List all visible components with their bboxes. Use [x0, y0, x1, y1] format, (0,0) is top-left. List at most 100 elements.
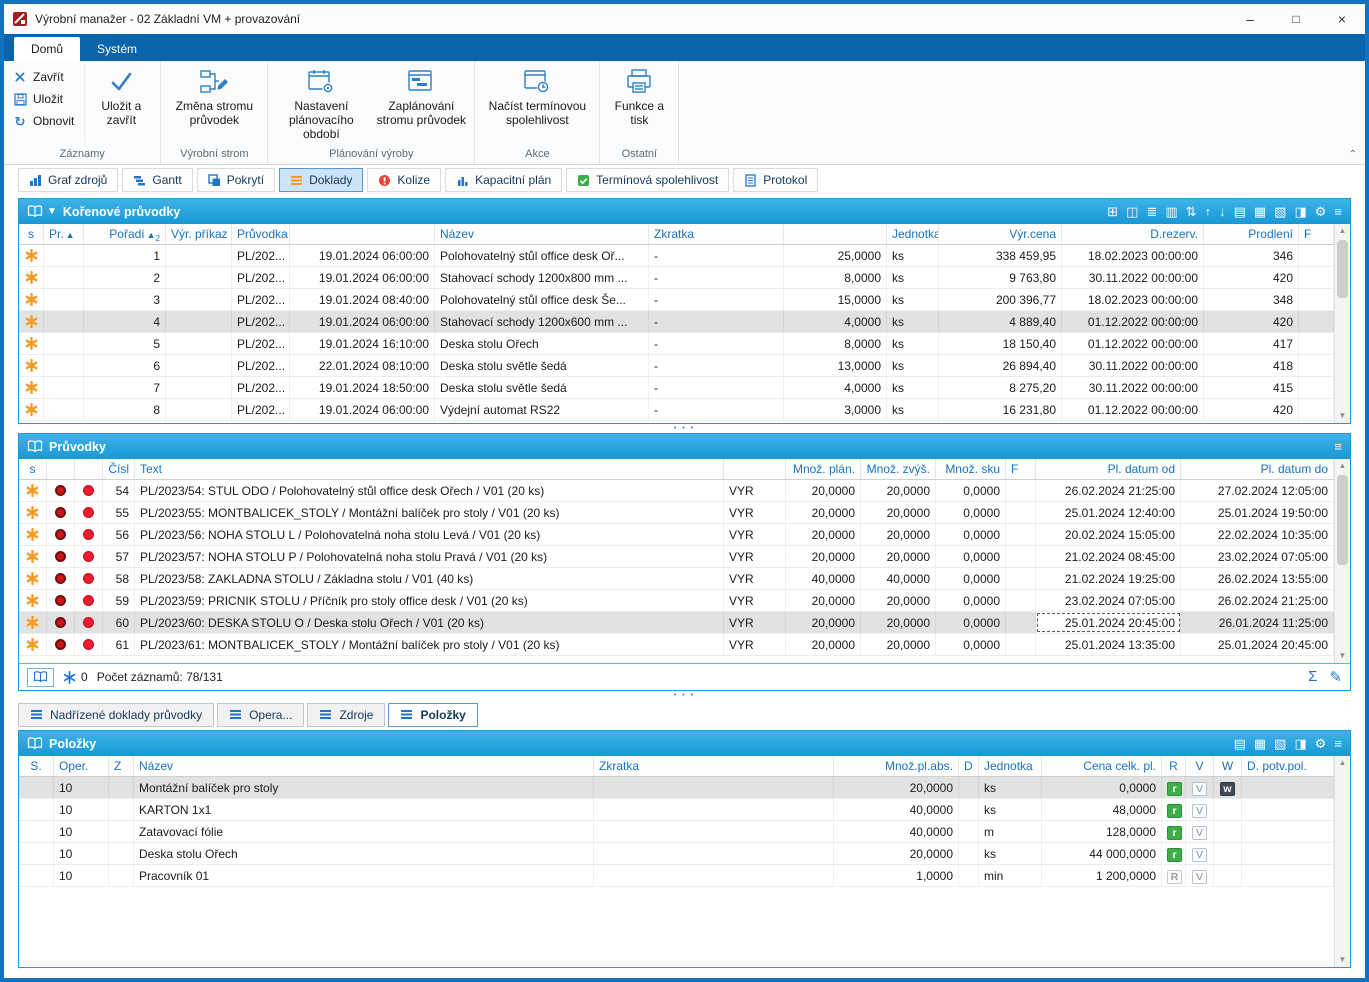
menu-icon[interactable]: ≡ [1334, 440, 1342, 453]
maximize-button[interactable]: □ [1273, 4, 1319, 34]
column-header[interactable]: Pl. datum do [1181, 459, 1334, 479]
column-header[interactable]: Čísl [103, 459, 135, 479]
scroll-up-icon[interactable]: ▲ [1335, 224, 1350, 238]
column-header[interactable]: Výr.cena [939, 224, 1062, 244]
scrollbar-thumb[interactable] [1337, 240, 1348, 298]
column-header[interactable]: Průvodka [232, 224, 290, 244]
scroll-up-icon[interactable]: ▲ [1335, 459, 1350, 473]
expand-rows-icon[interactable]: ▥ [1165, 205, 1177, 218]
column-header[interactable]: F [1299, 224, 1334, 244]
column-header[interactable]: Oper. [54, 756, 109, 776]
table-row[interactable]: 10Montážní balíček pro stoly20,0000ks0,0… [19, 777, 1334, 799]
tab-terminova-spolehlivost[interactable]: Termínová spolehlivost [566, 168, 729, 192]
table-row[interactable]: 5PL/202...19.01.2024 16:10:00Deska stolu… [19, 333, 1334, 355]
change-tree-button[interactable]: Změna stromu průvodek [164, 64, 264, 130]
table-row[interactable]: 10KARTON 1x140,0000ks48,0000rV [19, 799, 1334, 821]
chart-icon[interactable]: ▦ [1254, 737, 1266, 750]
select-grid-icon[interactable]: ⊞ [1107, 205, 1118, 218]
column-header[interactable]: W [1214, 756, 1242, 776]
vertical-scrollbar[interactable]: ▲ ▼ [1334, 459, 1350, 663]
column-header[interactable]: Text [135, 459, 724, 479]
functions-print-button[interactable]: Funkce a tisk [603, 64, 675, 130]
table-row[interactable]: 4PL/202...19.01.2024 06:00:00Stahovací s… [19, 311, 1334, 333]
sort-icon[interactable]: ⇅ [1186, 205, 1197, 218]
table-row[interactable]: 7PL/202...19.01.2024 18:50:00Deska stolu… [19, 377, 1334, 399]
column-header[interactable]: Množ. sku [936, 459, 1006, 479]
tab-operace[interactable]: Opera... [217, 703, 304, 727]
table-row[interactable]: 8PL/202...19.01.2024 06:00:00Výdejní aut… [19, 399, 1334, 421]
column-header[interactable]: Z [109, 756, 134, 776]
column-header[interactable]: Množ. plán. [786, 459, 861, 479]
table-row[interactable]: 10Zatavovací fólie40,0000m128,0000rV [19, 821, 1334, 843]
ribbon-tab-domu[interactable]: Domů [14, 37, 80, 61]
search-panel-icon[interactable]: ◫ [1126, 205, 1138, 218]
group-list-icon[interactable]: ≣ [1146, 205, 1157, 218]
settings-icon[interactable]: ⚙ [1315, 737, 1327, 750]
column-header[interactable]: D [959, 756, 979, 776]
scroll-down-icon[interactable]: ▼ [1335, 409, 1350, 423]
refresh-button[interactable]: ↻ Obnovit [9, 110, 82, 132]
move-up-icon[interactable]: ↑ [1205, 205, 1212, 218]
vertical-scrollbar[interactable]: ▲ ▼ [1334, 224, 1350, 423]
print-icon[interactable]: ▤ [1234, 737, 1246, 750]
table-row[interactable]: 58PL/2023/58: ZAKLADNA STOLU / Základna … [19, 568, 1334, 590]
tab-pokryti[interactable]: Pokrytí [197, 168, 275, 192]
column-header[interactable]: Název [134, 756, 594, 776]
table-row[interactable]: 61PL/2023/61: MONTBALICEK_STOLY / Montáž… [19, 634, 1334, 656]
tab-nadrizene-doklady[interactable]: Nadřízené doklady průvodky [18, 703, 214, 727]
scroll-up-icon[interactable]: ▲ [1335, 756, 1350, 770]
save-and-close-button[interactable]: Uložit a zavřít [85, 64, 157, 130]
table-row[interactable]: 60PL/2023/60: DESKA STOLU O / Deska stol… [19, 612, 1334, 634]
tab-polozky[interactable]: Položky [388, 703, 477, 727]
column-header[interactable] [47, 459, 75, 479]
collapse-ribbon-button[interactable]: ⌃ [1349, 149, 1357, 160]
chart-icon[interactable]: ▦ [1254, 205, 1266, 218]
columns-icon[interactable]: ◨ [1294, 737, 1306, 750]
table-row[interactable]: 10Pracovník 011,0000min1 200,0000RV [19, 865, 1334, 887]
column-header[interactable] [75, 459, 103, 479]
column-header[interactable]: S. [19, 756, 54, 776]
column-header[interactable] [290, 224, 435, 244]
close-record-button[interactable]: Zavřít [9, 66, 82, 88]
column-header[interactable]: Výr. příkaz [166, 224, 232, 244]
column-header[interactable]: Jednotka [979, 756, 1042, 776]
column-header[interactable]: Cena celk. pl. [1042, 756, 1162, 776]
settings-icon[interactable]: ⚙ [1315, 205, 1327, 218]
edit-icon[interactable]: ✎ [1329, 668, 1342, 686]
column-header[interactable]: Pl. datum od [1036, 459, 1181, 479]
load-reliability-button[interactable]: Načíst termínovou spolehlivost [478, 64, 596, 130]
column-header[interactable]: Prodlení [1204, 224, 1299, 244]
save-button[interactable]: Uložit [9, 88, 82, 110]
menu-icon[interactable]: ≡ [1334, 205, 1342, 218]
column-header[interactable]: Zkratka [594, 756, 834, 776]
column-header[interactable]: D. potv.pol. [1242, 756, 1334, 776]
table-row[interactable]: 59PL/2023/59: PRICNIK STOLU / Příčník pr… [19, 590, 1334, 612]
columns-icon[interactable]: ◨ [1294, 205, 1306, 218]
snowflake-filter-icon[interactable] [63, 671, 76, 684]
tab-zdroje[interactable]: Zdroje [307, 703, 385, 727]
vertical-scrollbar[interactable]: ▲ ▼ [1334, 756, 1350, 967]
close-button[interactable]: × [1319, 4, 1365, 34]
chevron-down-icon[interactable]: ▼ [47, 206, 57, 217]
schedule-tree-button[interactable]: Zaplánování stromu průvodek [371, 64, 471, 130]
book-toggle-button[interactable] [27, 668, 54, 687]
table-row[interactable]: 55PL/2023/55: MONTBALICEK_STOLY / Montáž… [19, 502, 1334, 524]
scroll-down-icon[interactable]: ▼ [1335, 953, 1350, 967]
column-header[interactable] [784, 224, 887, 244]
column-header[interactable]: Množ.pl.abs. [834, 756, 959, 776]
minimize-button[interactable]: – [1227, 4, 1273, 34]
panel-splitter[interactable] [18, 424, 1351, 433]
tab-kolize[interactable]: Kolize [367, 168, 441, 192]
planning-period-button[interactable]: Nastavení plánovacího období [271, 64, 371, 143]
column-header[interactable]: V [1186, 756, 1214, 776]
column-header[interactable]: Název [435, 224, 649, 244]
sum-icon[interactable]: Σ [1308, 668, 1317, 686]
panel-splitter[interactable] [18, 691, 1351, 700]
table-row[interactable]: 1PL/202...19.01.2024 06:00:00Polohovatel… [19, 245, 1334, 267]
column-header[interactable]: Zkratka [649, 224, 784, 244]
scrollbar-thumb[interactable] [1337, 475, 1348, 565]
tab-protokol[interactable]: Protokol [733, 168, 818, 192]
column-header[interactable] [724, 459, 786, 479]
tab-doklady[interactable]: Doklady [279, 168, 363, 192]
column-header[interactable]: s [19, 459, 47, 479]
